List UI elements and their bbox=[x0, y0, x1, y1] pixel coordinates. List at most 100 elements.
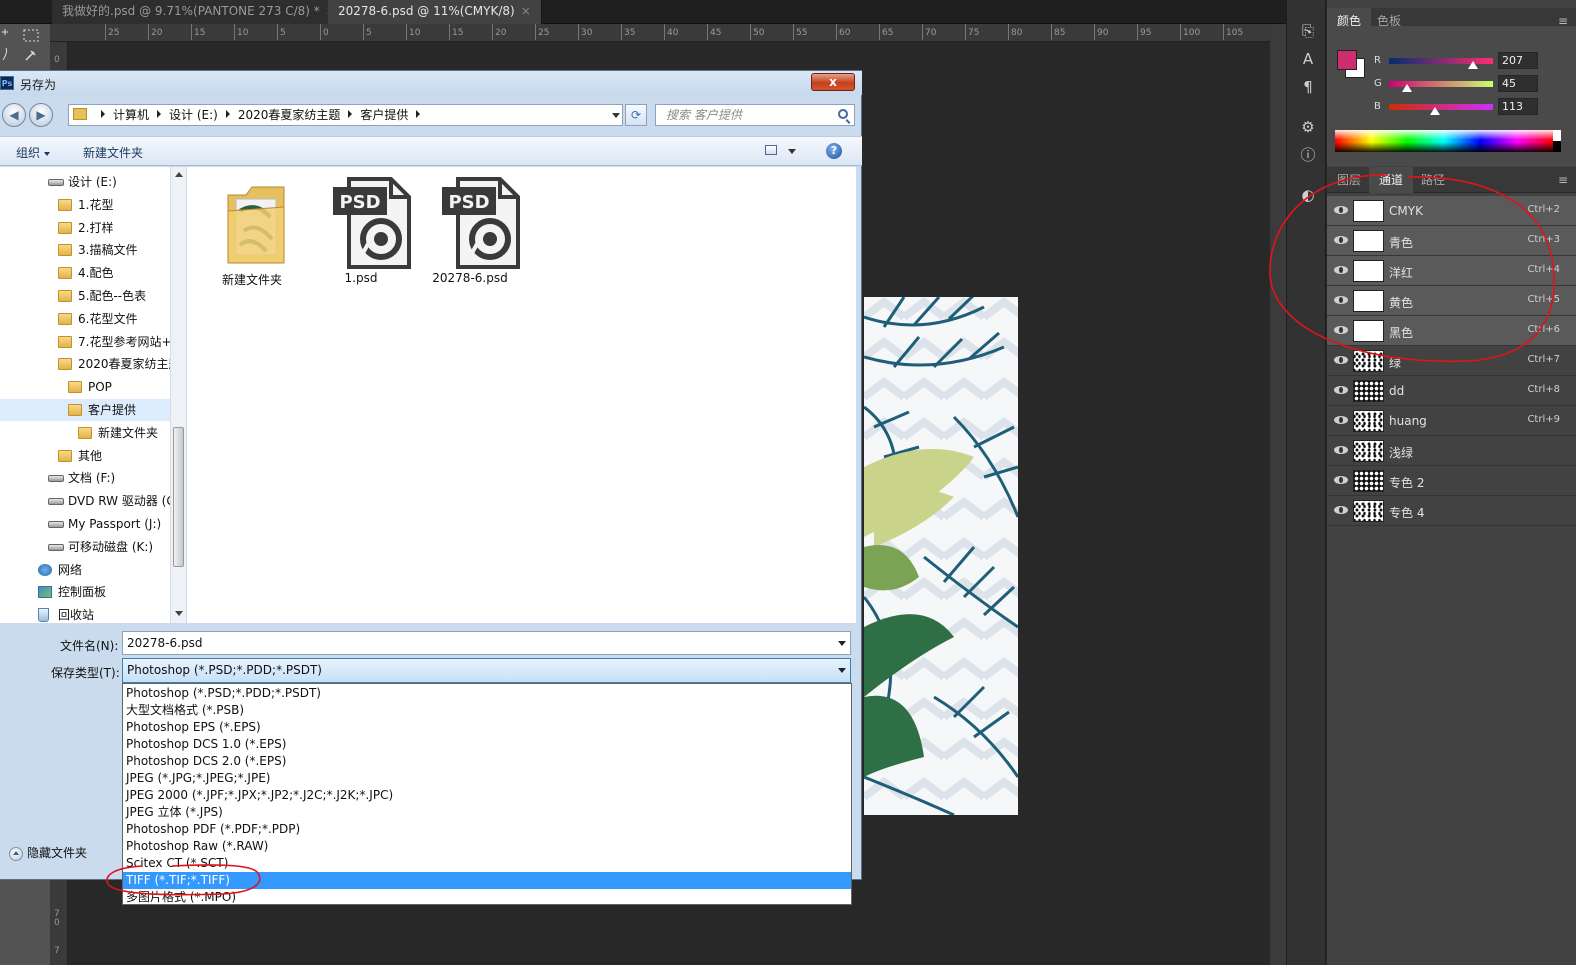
eye-icon[interactable] bbox=[1334, 265, 1348, 275]
channel-row[interactable]: 黑色 Ctrl+6 bbox=[1327, 316, 1576, 346]
dialog-title-bar[interactable]: Ps 另存为 x bbox=[0, 71, 862, 95]
save-type-option[interactable]: 大型文档格式 (*.PSB) bbox=[123, 702, 851, 719]
breadcrumb-item[interactable]: 设计 (E:) bbox=[169, 108, 218, 122]
search-icon[interactable] bbox=[838, 109, 848, 119]
scroll-down-icon[interactable] bbox=[175, 611, 183, 616]
chevron-right-icon[interactable] bbox=[348, 110, 353, 118]
nav-tree-item[interactable]: 2.打样 bbox=[0, 217, 170, 239]
eye-icon[interactable] bbox=[1334, 205, 1348, 215]
folder-item[interactable]: 新建文件夹 bbox=[202, 173, 302, 293]
eye-icon[interactable] bbox=[1334, 385, 1348, 395]
channel-row[interactable]: 浅绿 bbox=[1327, 436, 1576, 466]
chevron-right-icon[interactable] bbox=[416, 110, 421, 118]
save-type-option[interactable]: JPEG (*.JPG;*.JPEG;*.JPE) bbox=[123, 770, 851, 787]
nav-tree-item[interactable]: 5.配色--色表 bbox=[0, 285, 170, 307]
character-icon[interactable]: A bbox=[1299, 50, 1317, 68]
save-type-option[interactable]: JPEG 2000 (*.JPF;*.JPX;*.JP2;*.J2C;*.J2K… bbox=[123, 787, 851, 804]
nav-tree-item[interactable]: 6.花型文件 bbox=[0, 308, 170, 330]
canvas-scrollbar[interactable] bbox=[1270, 24, 1286, 965]
nav-tree-item[interactable]: 新建文件夹 bbox=[0, 422, 170, 444]
breadcrumb-item[interactable]: 计算机 bbox=[113, 108, 149, 122]
nav-tree-item[interactable]: 其他 bbox=[0, 445, 170, 467]
breadcrumb-item[interactable]: 2020春夏家纺主题 bbox=[238, 108, 341, 122]
slider-thumb[interactable] bbox=[1430, 107, 1441, 115]
nav-tree-item[interactable]: 7.花型参考网站+图 bbox=[0, 331, 170, 353]
search-input[interactable]: 搜索 客户提供 bbox=[655, 104, 855, 126]
slider-thumb[interactable] bbox=[1402, 84, 1413, 92]
chevron-right-icon[interactable] bbox=[101, 110, 105, 118]
psd-file-item[interactable]: PSD 1.psd bbox=[311, 173, 411, 293]
save-type-option[interactable]: Photoshop DCS 2.0 (*.EPS) bbox=[123, 753, 851, 770]
channel-row[interactable]: 绿 Ctrl+7 bbox=[1327, 346, 1576, 376]
organize-button[interactable]: 组织 bbox=[16, 144, 51, 161]
eye-icon[interactable] bbox=[1334, 415, 1348, 425]
save-type-option[interactable]: 多图片格式 (*.MPO) bbox=[123, 889, 851, 906]
refresh-button[interactable]: ⟳ bbox=[625, 104, 647, 126]
slider-thumb[interactable] bbox=[1468, 61, 1479, 69]
save-type-option[interactable]: Photoshop (*.PSD;*.PDD;*.PSDT) bbox=[123, 685, 851, 702]
nav-tree-item[interactable]: 设计 (E:) bbox=[0, 171, 170, 193]
channel-row[interactable]: 专色 2 bbox=[1327, 466, 1576, 496]
tab-channels[interactable]: 通道 bbox=[1369, 167, 1414, 193]
psd-file-item[interactable]: PSD 20278-6.psd bbox=[420, 173, 520, 293]
eye-icon[interactable] bbox=[1334, 325, 1348, 335]
tab-layers[interactable]: 图层 bbox=[1327, 167, 1371, 193]
g-value-field[interactable]: 45 bbox=[1498, 75, 1538, 92]
view-icon[interactable] bbox=[765, 145, 777, 155]
close-icon[interactable]: × bbox=[521, 4, 531, 18]
nav-tree-item[interactable]: 网络 bbox=[0, 559, 170, 581]
channel-row[interactable]: dd Ctrl+8 bbox=[1327, 376, 1576, 406]
chevron-right-icon[interactable] bbox=[225, 110, 230, 118]
eye-icon[interactable] bbox=[1334, 235, 1348, 245]
nav-tree-item[interactable]: 客户提供 bbox=[0, 399, 170, 421]
history-icon[interactable]: ⎘ bbox=[1299, 22, 1317, 40]
document-tab-1[interactable]: 我做好的.psd @ 9.71%(PANTONE 273 C/8) *× bbox=[52, 0, 347, 24]
new-folder-button[interactable]: 新建文件夹 bbox=[83, 144, 143, 161]
nav-tree-item[interactable]: 文档 (F:) bbox=[0, 467, 170, 489]
back-button[interactable]: ◀ bbox=[2, 103, 26, 127]
breadcrumb-item[interactable]: 客户提供 bbox=[360, 108, 408, 122]
address-bar[interactable]: 计算机 设计 (E:) 2020春夏家纺主题 客户提供 bbox=[68, 104, 623, 126]
channel-row[interactable]: huang Ctrl+9 bbox=[1327, 406, 1576, 436]
marquee-tool-icon[interactable] bbox=[0, 24, 50, 74]
eye-icon[interactable] bbox=[1334, 475, 1348, 485]
nav-tree-item[interactable]: POP bbox=[0, 376, 170, 398]
nav-tree-item[interactable]: DVD RW 驱动器 (G: bbox=[0, 490, 170, 512]
save-type-option[interactable]: Scitex CT (*.SCT) bbox=[123, 855, 851, 872]
r-value-field[interactable]: 207 bbox=[1498, 52, 1538, 69]
panel-menu-icon[interactable]: ≡ bbox=[1558, 173, 1568, 187]
nav-tree-item[interactable]: 可移动磁盘 (K:) bbox=[0, 536, 170, 558]
save-type-option[interactable]: Photoshop PDF (*.PDF;*.PDP) bbox=[123, 821, 851, 838]
scroll-thumb[interactable] bbox=[173, 427, 184, 567]
chevron-down-icon[interactable] bbox=[788, 149, 796, 154]
tab-paths[interactable]: 路径 bbox=[1411, 167, 1455, 193]
tool-presets-icon[interactable]: ⚙ bbox=[1299, 118, 1317, 136]
save-type-option[interactable]: JPEG 立体 (*.JPS) bbox=[123, 804, 851, 821]
filename-input[interactable]: 20278-6.psd bbox=[122, 631, 851, 655]
close-button[interactable]: x bbox=[811, 73, 855, 91]
channel-row[interactable]: 洋红 Ctrl+4 bbox=[1327, 256, 1576, 286]
channel-row[interactable]: CMYK Ctrl+2 bbox=[1327, 196, 1576, 226]
chevron-right-icon[interactable] bbox=[157, 110, 162, 118]
black-white-swatch[interactable] bbox=[1553, 130, 1561, 152]
chevron-down-icon[interactable] bbox=[612, 113, 620, 118]
save-type-option[interactable]: Photoshop EPS (*.EPS) bbox=[123, 719, 851, 736]
nav-tree-item[interactable]: 1.花型 bbox=[0, 194, 170, 216]
nav-tree-item[interactable]: 3.描稿文件 bbox=[0, 239, 170, 261]
nav-tree-item[interactable]: 4.配色 bbox=[0, 262, 170, 284]
chevron-down-icon[interactable] bbox=[838, 668, 846, 673]
document-tab-2[interactable]: 20278-6.psd @ 11%(CMYK/8) × bbox=[328, 0, 542, 24]
eye-icon[interactable] bbox=[1334, 355, 1348, 365]
nav-tree-item[interactable]: 回收站 bbox=[0, 604, 170, 623]
paragraph-icon[interactable]: ¶ bbox=[1299, 78, 1317, 96]
save-type-select[interactable]: Photoshop (*.PSD;*.PDD;*.PSDT) bbox=[122, 658, 851, 683]
document-canvas[interactable] bbox=[864, 297, 1018, 815]
forward-button[interactable]: ▶ bbox=[29, 103, 53, 127]
eye-icon[interactable] bbox=[1334, 505, 1348, 515]
navigation-scrollbar[interactable] bbox=[170, 167, 186, 623]
b-value-field[interactable]: 113 bbox=[1498, 98, 1538, 115]
channel-row[interactable]: 黄色 Ctrl+5 bbox=[1327, 286, 1576, 316]
save-type-option[interactable]: TIFF (*.TIF;*.TIFF) bbox=[123, 872, 851, 889]
color-spectrum[interactable] bbox=[1335, 130, 1553, 152]
eye-icon[interactable] bbox=[1334, 445, 1348, 455]
